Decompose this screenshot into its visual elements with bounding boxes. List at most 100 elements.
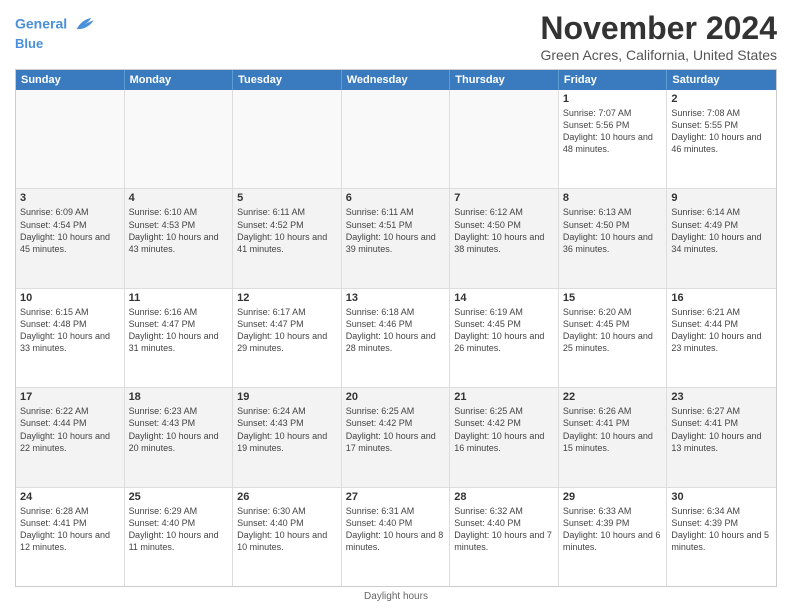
calendar-week-2: 3 Sunrise: 6:09 AM Sunset: 4:54 PM Daylig… <box>16 189 776 288</box>
header-day-friday: Friday <box>559 70 668 90</box>
day-number-24: 24 <box>20 491 120 503</box>
day-12: 12Sunrise: 6:17 AM Sunset: 4:47 PM Dayli… <box>233 289 342 387</box>
day-6: 6Sunrise: 6:11 AM Sunset: 4:51 PM Daylig… <box>342 189 451 287</box>
day-16: 16 Sunrise: 6:21 AM Sunset: 4:44 PM Dayli… <box>667 289 776 387</box>
header-day-sunday: Sunday <box>16 70 125 90</box>
calendar-week-5: 24 Sunrise: 6:28 AM Sunset: 4:41 PM Dayli… <box>16 488 776 586</box>
day-info-11: Sunrise: 6:16 AM Sunset: 4:47 PM Dayligh… <box>129 306 229 355</box>
day-3: 3 Sunrise: 6:09 AM Sunset: 4:54 PM Daylig… <box>16 189 125 287</box>
day-25: 25 Sunrise: 6:29 AM Sunset: 4:40 PM Dayli… <box>125 488 234 586</box>
day-info-5: Sunrise: 6:11 AM Sunset: 4:52 PM Dayligh… <box>237 206 337 255</box>
header-day-wednesday: Wednesday <box>342 70 451 90</box>
day-info-28: Sunrise: 6:32 AM Sunset: 4:40 PM Dayligh… <box>454 505 554 554</box>
day-10: 10 Sunrise: 6:15 AM Sunset: 4:48 PM Dayli… <box>16 289 125 387</box>
day-9: 9 Sunrise: 6:14 AM Sunset: 4:49 PM Daylig… <box>667 189 776 287</box>
day-number-9: 9 <box>671 192 772 204</box>
main-title: November 2024 <box>540 10 777 47</box>
day-11: 11 Sunrise: 6:16 AM Sunset: 4:47 PM Dayli… <box>125 289 234 387</box>
day-info-20: Sunrise: 6:25 AM Sunset: 4:42 PM Dayligh… <box>346 405 446 454</box>
logo-text: General <box>15 14 95 36</box>
empty-cell <box>450 90 559 188</box>
day-number-2: 2 <box>671 93 772 105</box>
day-info-1: Sunrise: 7:07 AM Sunset: 5:56 PM Dayligh… <box>563 107 663 156</box>
day-info-9: Sunrise: 6:14 AM Sunset: 4:49 PM Dayligh… <box>671 206 772 255</box>
day-info-7: Sunrise: 6:12 AM Sunset: 4:50 PM Dayligh… <box>454 206 554 255</box>
day-info-16: Sunrise: 6:21 AM Sunset: 4:44 PM Dayligh… <box>671 306 772 355</box>
footer-note: Daylight hours <box>15 591 777 602</box>
header-day-tuesday: Tuesday <box>233 70 342 90</box>
day-number-4: 4 <box>129 192 229 204</box>
day-4: 4 Sunrise: 6:10 AM Sunset: 4:53 PM Daylig… <box>125 189 234 287</box>
header-day-saturday: Saturday <box>667 70 776 90</box>
logo-blue: Blue <box>15 36 95 52</box>
day-1: 1 Sunrise: 7:07 AM Sunset: 5:56 PM Daylig… <box>559 90 668 188</box>
day-5: 5 Sunrise: 6:11 AM Sunset: 4:52 PM Daylig… <box>233 189 342 287</box>
day-30: 30 Sunrise: 6:34 AM Sunset: 4:39 PM Dayli… <box>667 488 776 586</box>
header-day-thursday: Thursday <box>450 70 559 90</box>
day-7: 7Sunrise: 6:12 AM Sunset: 4:50 PM Daylig… <box>450 189 559 287</box>
day-26: 26 Sunrise: 6:30 AM Sunset: 4:40 PM Dayli… <box>233 488 342 586</box>
day-info-27: Sunrise: 6:31 AM Sunset: 4:40 PM Dayligh… <box>346 505 446 554</box>
day-info-29: Sunrise: 6:33 AM Sunset: 4:39 PM Dayligh… <box>563 505 663 554</box>
header: General Blue November 2024 Green Acres, … <box>15 10 777 63</box>
day-18: 18Sunrise: 6:23 AM Sunset: 4:43 PM Dayli… <box>125 388 234 486</box>
empty-cell <box>233 90 342 188</box>
subtitle: Green Acres, California, United States <box>540 47 777 63</box>
day-number-18: 18 <box>129 391 229 403</box>
day-number-23: 23 <box>671 391 772 403</box>
calendar-week-4: 17 Sunrise: 6:22 AM Sunset: 4:44 PM Dayli… <box>16 388 776 487</box>
day-number-16: 16 <box>671 292 772 304</box>
calendar: SundayMondayTuesdayWednesdayThursdayFrid… <box>15 69 777 587</box>
day-19: 19 Sunrise: 6:24 AM Sunset: 4:43 PM Dayli… <box>233 388 342 486</box>
day-number-3: 3 <box>20 192 120 204</box>
day-number-1: 1 <box>563 93 663 105</box>
day-number-15: 15 <box>563 292 663 304</box>
header-day-monday: Monday <box>125 70 234 90</box>
day-info-14: Sunrise: 6:19 AM Sunset: 4:45 PM Dayligh… <box>454 306 554 355</box>
day-15: 15Sunrise: 6:20 AM Sunset: 4:45 PM Dayli… <box>559 289 668 387</box>
day-number-10: 10 <box>20 292 120 304</box>
day-info-26: Sunrise: 6:30 AM Sunset: 4:40 PM Dayligh… <box>237 505 337 554</box>
day-number-25: 25 <box>129 491 229 503</box>
day-number-12: 12 <box>237 292 337 304</box>
day-number-30: 30 <box>671 491 772 503</box>
day-info-17: Sunrise: 6:22 AM Sunset: 4:44 PM Dayligh… <box>20 405 120 454</box>
day-17: 17 Sunrise: 6:22 AM Sunset: 4:44 PM Dayli… <box>16 388 125 486</box>
day-number-8: 8 <box>563 192 663 204</box>
day-number-19: 19 <box>237 391 337 403</box>
day-13: 13Sunrise: 6:18 AM Sunset: 4:46 PM Dayli… <box>342 289 451 387</box>
day-8: 8Sunrise: 6:13 AM Sunset: 4:50 PM Daylig… <box>559 189 668 287</box>
day-28: 28 Sunrise: 6:32 AM Sunset: 4:40 PM Dayli… <box>450 488 559 586</box>
day-23: 23Sunrise: 6:27 AM Sunset: 4:41 PM Dayli… <box>667 388 776 486</box>
day-info-3: Sunrise: 6:09 AM Sunset: 4:54 PM Dayligh… <box>20 206 120 255</box>
day-info-25: Sunrise: 6:29 AM Sunset: 4:40 PM Dayligh… <box>129 505 229 554</box>
day-info-13: Sunrise: 6:18 AM Sunset: 4:46 PM Dayligh… <box>346 306 446 355</box>
day-info-4: Sunrise: 6:10 AM Sunset: 4:53 PM Dayligh… <box>129 206 229 255</box>
day-21: 21Sunrise: 6:25 AM Sunset: 4:42 PM Dayli… <box>450 388 559 486</box>
day-number-28: 28 <box>454 491 554 503</box>
day-number-21: 21 <box>454 391 554 403</box>
day-number-5: 5 <box>237 192 337 204</box>
day-number-17: 17 <box>20 391 120 403</box>
day-number-6: 6 <box>346 192 446 204</box>
day-2: 2 Sunrise: 7:08 AM Sunset: 5:55 PM Daylig… <box>667 90 776 188</box>
day-info-2: Sunrise: 7:08 AM Sunset: 5:55 PM Dayligh… <box>671 107 772 156</box>
day-number-29: 29 <box>563 491 663 503</box>
day-number-11: 11 <box>129 292 229 304</box>
day-20: 20Sunrise: 6:25 AM Sunset: 4:42 PM Dayli… <box>342 388 451 486</box>
day-info-19: Sunrise: 6:24 AM Sunset: 4:43 PM Dayligh… <box>237 405 337 454</box>
day-info-24: Sunrise: 6:28 AM Sunset: 4:41 PM Dayligh… <box>20 505 120 554</box>
day-number-22: 22 <box>563 391 663 403</box>
page: General Blue November 2024 Green Acres, … <box>0 0 792 612</box>
day-info-10: Sunrise: 6:15 AM Sunset: 4:48 PM Dayligh… <box>20 306 120 355</box>
day-14: 14 Sunrise: 6:19 AM Sunset: 4:45 PM Dayli… <box>450 289 559 387</box>
day-number-14: 14 <box>454 292 554 304</box>
calendar-week-3: 10 Sunrise: 6:15 AM Sunset: 4:48 PM Dayli… <box>16 289 776 388</box>
empty-cell <box>16 90 125 188</box>
calendar-week-1: 1 Sunrise: 7:07 AM Sunset: 5:56 PM Daylig… <box>16 90 776 189</box>
day-number-26: 26 <box>237 491 337 503</box>
day-info-30: Sunrise: 6:34 AM Sunset: 4:39 PM Dayligh… <box>671 505 772 554</box>
logo-general: General <box>15 16 67 32</box>
calendar-body: 1 Sunrise: 7:07 AM Sunset: 5:56 PM Daylig… <box>16 90 776 586</box>
logo: General Blue <box>15 14 95 52</box>
